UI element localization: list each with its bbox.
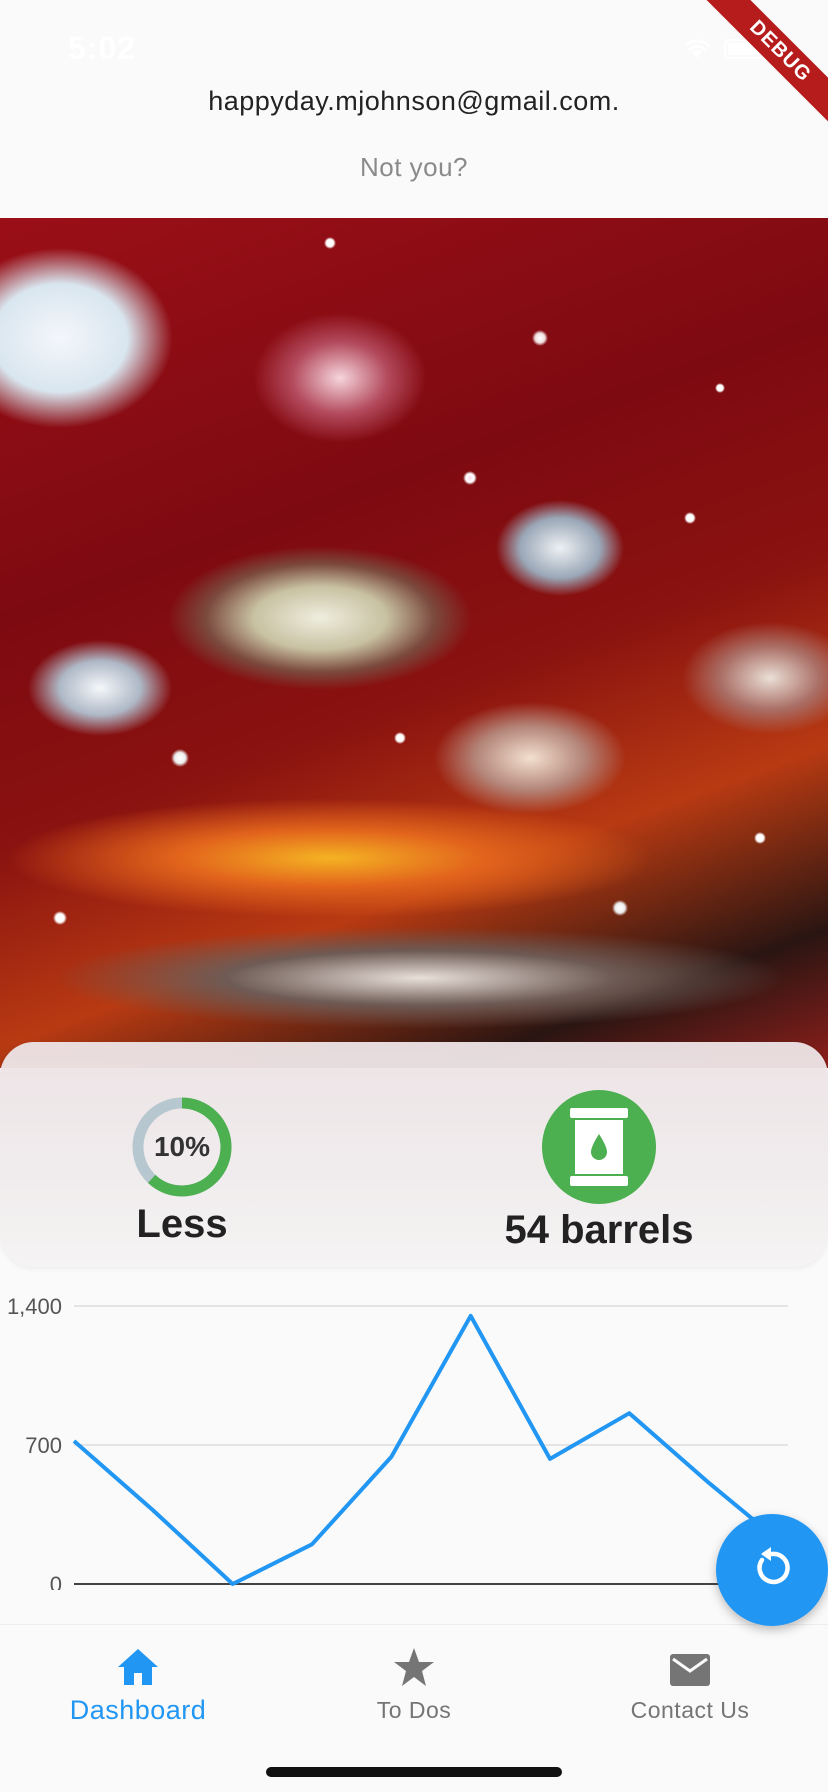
line-chart-svg: 1,400 700 0 bbox=[7, 1294, 790, 1597]
nav-label-todos: To Dos bbox=[376, 1697, 452, 1723]
barrels-label: 54 barrels bbox=[504, 1208, 694, 1252]
status-bar: 5:02 bbox=[0, 0, 828, 88]
star-icon bbox=[276, 1639, 552, 1687]
progress-percent: 10% bbox=[153, 1131, 211, 1162]
battery-icon bbox=[724, 38, 768, 60]
mail-icon bbox=[552, 1639, 828, 1687]
status-time: 5:02 bbox=[68, 30, 137, 66]
not-you-link[interactable]: Not you? bbox=[0, 152, 828, 183]
wifi-icon bbox=[682, 38, 712, 60]
y-tick-label: 1,400 bbox=[7, 1294, 62, 1319]
hero-image bbox=[0, 218, 828, 1068]
progress-stat: 10% Less bbox=[82, 1096, 282, 1247]
progress-label: Less bbox=[136, 1202, 228, 1246]
nav-item-contact-us[interactable]: Contact Us bbox=[552, 1639, 828, 1724]
account-email: happyday.mjohnson@gmail.com. bbox=[208, 86, 620, 116]
barrel-icon bbox=[542, 1090, 656, 1204]
refresh-icon bbox=[750, 1546, 794, 1595]
nav-label-dashboard: Dashboard bbox=[69, 1695, 207, 1725]
nav-item-dashboard[interactable]: Dashboard bbox=[0, 1639, 276, 1726]
home-indicator bbox=[266, 1767, 562, 1777]
series-line bbox=[72, 1313, 790, 1586]
stats-card: 10% Less 54 barrels bbox=[0, 1042, 828, 1267]
y-tick-label: 0 bbox=[50, 1572, 62, 1590]
status-icons bbox=[682, 38, 768, 60]
nav-item-todos[interactable]: To Dos bbox=[276, 1639, 552, 1724]
barrels-stat: 54 barrels bbox=[474, 1090, 724, 1253]
progress-ring: 10% bbox=[131, 1096, 233, 1198]
home-icon bbox=[0, 1639, 276, 1687]
refresh-button[interactable] bbox=[716, 1514, 828, 1626]
nav-label-contact-us: Contact Us bbox=[630, 1697, 750, 1723]
y-tick-label: 700 bbox=[25, 1433, 62, 1458]
line-chart: 1,400 700 0 bbox=[0, 1290, 828, 1597]
